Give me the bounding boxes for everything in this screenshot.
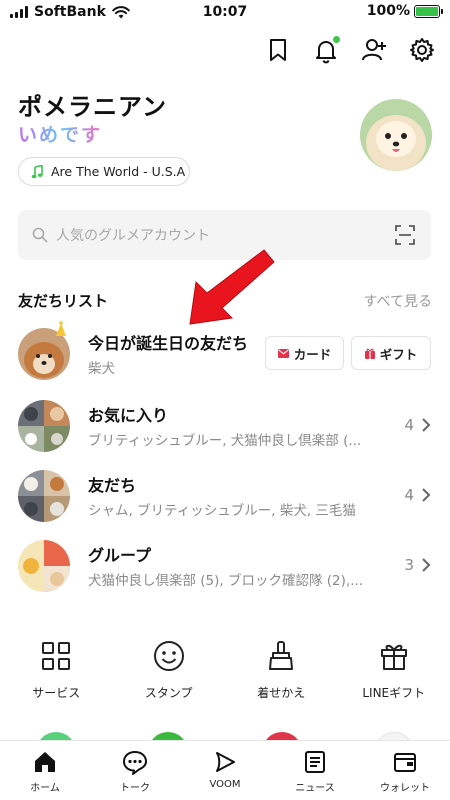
- chevron-right-icon: [422, 558, 431, 572]
- chat-icon: [123, 751, 147, 775]
- news-icon: [305, 751, 325, 773]
- favorites-row[interactable]: お気に入り ブリティッシュブルー, 犬猫仲良し倶楽部 (... 4: [0, 392, 450, 462]
- friends-group-subtitle: シャム, ブリティッシュブルー, 柴犬, 三毛猫: [88, 503, 356, 519]
- birthday-row[interactable]: 今日が誕生日の友だち 柴犬 カード ギフト: [0, 320, 450, 390]
- tab-home[interactable]: ホーム: [0, 741, 90, 800]
- profile-name[interactable]: ポメラニアン: [18, 87, 167, 122]
- friends-list-title: 友だちリスト: [18, 292, 109, 310]
- chevron-right-icon: [422, 488, 431, 502]
- service-label: 着せかえ: [257, 686, 306, 700]
- tab-label: ホーム: [30, 783, 60, 794]
- groups-subtitle: 犬猫仲良し倶楽部 (5), ブロック確認隊 (2),...: [88, 573, 364, 589]
- home-icon: [35, 752, 55, 772]
- favorites-title: お気に入り: [88, 406, 169, 425]
- battery-percent: 100%: [366, 3, 410, 19]
- services-row: サービス スタンプ 着せかえ LINEギフト: [0, 640, 450, 710]
- card-button[interactable]: カード: [265, 336, 344, 370]
- status-bar: SoftBank 10:07 100%: [0, 0, 450, 26]
- voom-icon: [216, 752, 235, 772]
- service-item-line-gift[interactable]: LINEギフト: [338, 640, 450, 710]
- bell-icon[interactable]: [312, 36, 340, 64]
- tab-wallet[interactable]: ウォレット: [360, 741, 450, 800]
- gear-icon[interactable]: [408, 36, 436, 64]
- scan-icon[interactable]: [395, 225, 415, 245]
- friends-group-title: 友だち: [88, 476, 137, 495]
- gift-button-label: ギフト: [379, 346, 418, 362]
- service-label: LINEギフト: [362, 686, 426, 700]
- friends-group-count: 4: [404, 486, 414, 504]
- service-label: サービス: [32, 686, 81, 700]
- favorites-avatar-collage: [18, 400, 70, 452]
- tab-label: ウォレット: [380, 783, 430, 794]
- music-title: Are The World - U.S.A: [51, 164, 186, 179]
- favorites-subtitle: ブリティッシュブルー, 犬猫仲良し倶楽部 (...: [88, 433, 362, 449]
- profile-avatar[interactable]: [360, 99, 432, 171]
- wallet-icon: [394, 753, 416, 772]
- card-button-label: カード: [293, 346, 332, 362]
- battery-icon: [414, 4, 443, 18]
- see-all-link[interactable]: すべて見る: [364, 291, 432, 311]
- profile-status-message[interactable]: いめです: [18, 120, 102, 147]
- brush-icon: [269, 641, 294, 670]
- envelope-icon: [277, 348, 289, 358]
- service-item-themes[interactable]: 着せかえ: [225, 640, 338, 710]
- smile-icon: [153, 641, 184, 671]
- battery-info: 100%: [366, 3, 443, 19]
- service-label: スタンプ: [144, 686, 193, 700]
- tab-label: ニュース: [295, 783, 335, 794]
- gift-icon: [380, 644, 407, 670]
- add-friend-icon[interactable]: [360, 36, 388, 64]
- friends-row[interactable]: 友だち シャム, ブリティッシュブルー, 柴犬, 三毛猫 4: [0, 462, 450, 532]
- tab-voom[interactable]: VOOM: [180, 741, 270, 800]
- header-actions: [264, 36, 436, 64]
- bookmark-icon[interactable]: [264, 36, 292, 64]
- tab-talk[interactable]: トーク: [90, 741, 180, 800]
- service-item-services[interactable]: サービス: [0, 640, 113, 710]
- notification-dot: [333, 36, 340, 43]
- tab-bar: ホーム トーク VOOM ニュース ウォレット: [0, 740, 450, 800]
- tab-news[interactable]: ニュース: [270, 741, 360, 800]
- service-item-stamps[interactable]: スタンプ: [113, 640, 226, 710]
- profile-music-pill[interactable]: Are The World - U.S.A: [18, 157, 190, 186]
- gift-button[interactable]: ギフト: [351, 336, 431, 370]
- groups-avatar-collage: [18, 540, 70, 592]
- chevron-right-icon: [422, 418, 431, 432]
- favorites-count: 4: [404, 416, 414, 434]
- grid-icon: [42, 642, 71, 670]
- music-note-icon: [31, 164, 43, 178]
- tab-label: VOOM: [209, 779, 241, 790]
- annotation-arrow: [189, 249, 275, 325]
- search-icon: [32, 227, 48, 243]
- groups-title: グループ: [88, 546, 152, 565]
- party-hat-icon: [56, 321, 66, 336]
- friends-avatar-collage: [18, 470, 70, 522]
- tab-label: トーク: [120, 783, 150, 794]
- birthday-title: 今日が誕生日の友だち: [88, 334, 249, 353]
- groups-count: 3: [404, 556, 414, 574]
- gift-small-icon: [364, 348, 375, 359]
- groups-row[interactable]: グループ 犬猫仲良し倶楽部 (5), ブロック確認隊 (2),... 3: [0, 532, 450, 602]
